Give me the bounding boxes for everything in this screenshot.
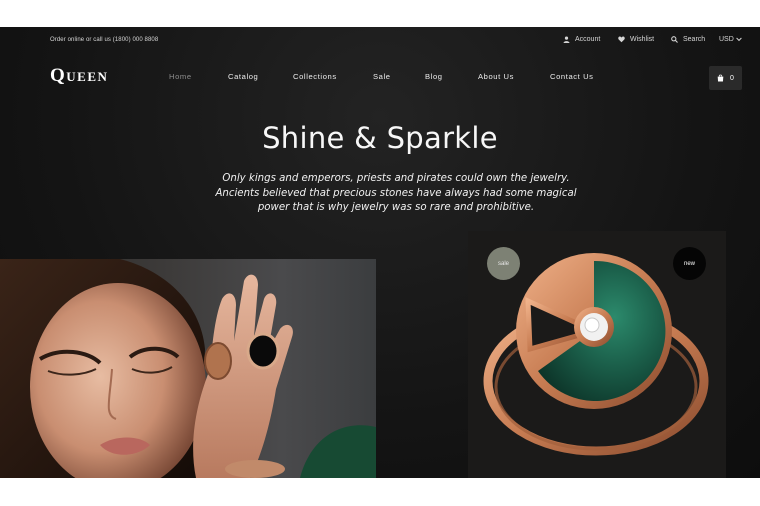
- model-photo: [0, 259, 376, 478]
- currency-value: USD: [719, 36, 734, 43]
- wishlist-link[interactable]: Wishlist: [618, 36, 654, 43]
- hero-title: Shine & Sparkle: [262, 121, 498, 155]
- main-nav: Home Catalog Collections Sale Blog About…: [0, 72, 760, 86]
- cart-count: 0: [730, 74, 734, 82]
- nav-item-about-us[interactable]: About Us: [478, 72, 514, 81]
- nav-item-contact-us[interactable]: Contact Us: [550, 72, 594, 81]
- search-link[interactable]: Search: [671, 36, 705, 43]
- model-illustration: [0, 259, 376, 478]
- nav-item-sale[interactable]: Sale: [373, 72, 391, 81]
- nav-item-catalog[interactable]: Catalog: [228, 72, 258, 81]
- store-page: Order online or call us (1800) 000 8808 …: [0, 27, 760, 478]
- nav-item-blog[interactable]: Blog: [425, 72, 443, 81]
- new-badge: new: [673, 247, 706, 280]
- search-label: Search: [683, 36, 706, 43]
- account-label: Account: [575, 36, 601, 43]
- currency-selector[interactable]: USD: [719, 36, 742, 43]
- shopping-bag-icon: [717, 74, 724, 82]
- hero-description: Only kings and emperors, priests and pir…: [215, 173, 577, 213]
- nav-item-home[interactable]: Home: [169, 72, 192, 81]
- product-card[interactable]: sale new: [468, 231, 726, 478]
- search-icon: [671, 36, 678, 43]
- user-icon: [563, 36, 570, 43]
- account-link[interactable]: Account: [563, 36, 600, 43]
- heart-icon: [618, 36, 625, 43]
- top-bar: Order online or call us (1800) 000 8808 …: [0, 27, 760, 55]
- cart-button[interactable]: 0: [709, 66, 742, 90]
- sale-badge: sale: [487, 247, 520, 280]
- chevron-down-icon: [736, 37, 742, 42]
- wishlist-label: Wishlist: [630, 36, 655, 43]
- nav-item-collections[interactable]: Collections: [293, 72, 337, 81]
- order-phone-text: Order online or call us (1800) 000 8808: [50, 37, 159, 43]
